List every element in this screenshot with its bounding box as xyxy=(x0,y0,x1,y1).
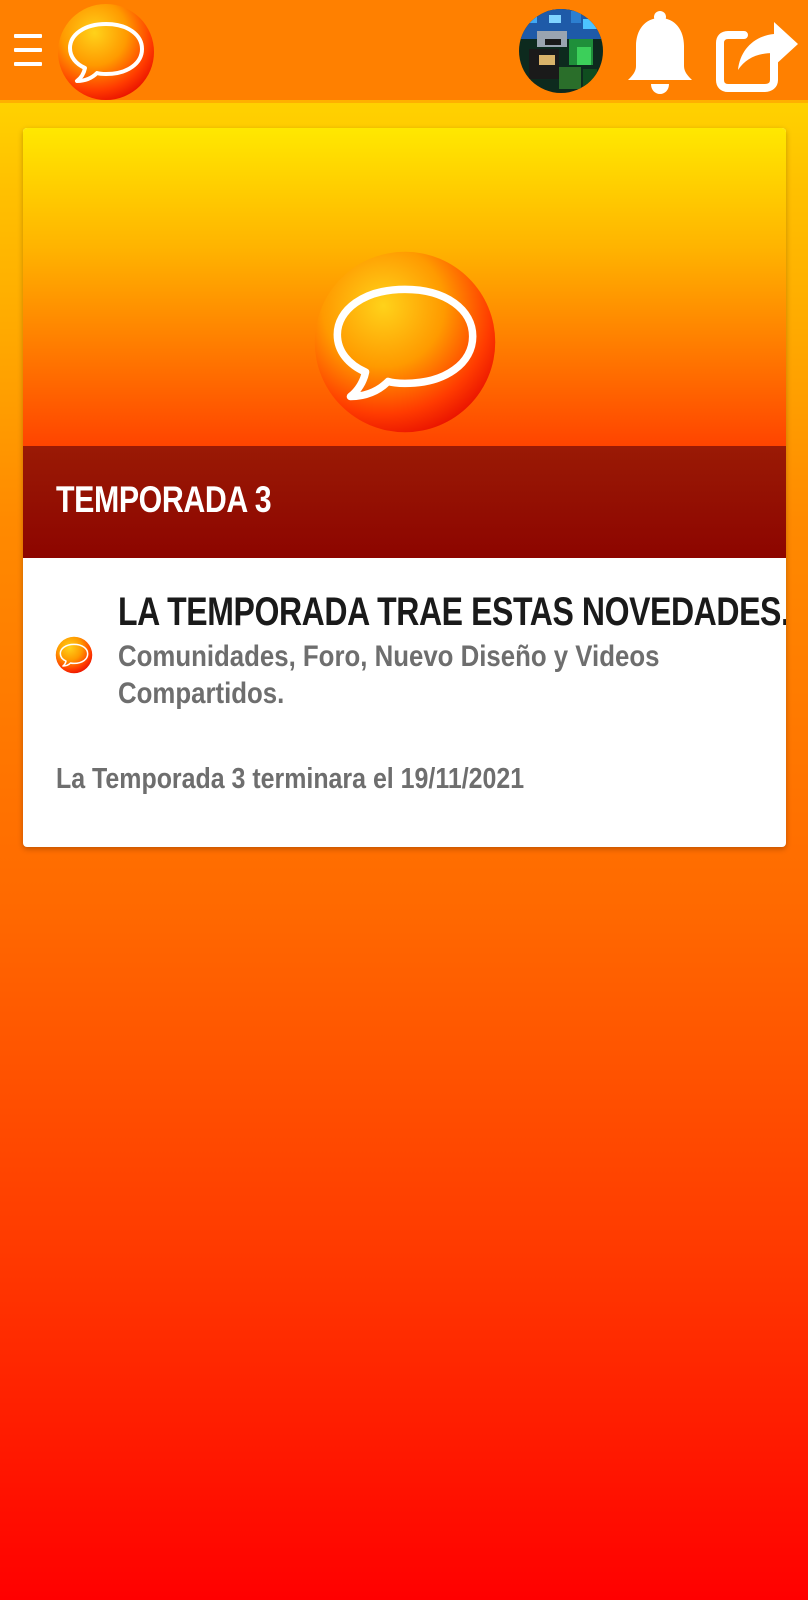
news-body: Comunidades, Foro, Nuevo Diseño y Videos… xyxy=(118,640,660,710)
season-end-text: La Temporada 3 terminara el 19/11/2021 xyxy=(56,763,525,795)
news-item: LA TEMPORADA TRAE ESTAS NOVEDADES. Comun… xyxy=(23,558,786,738)
chat-bubble-logo-icon[interactable] xyxy=(56,2,156,102)
share-icon[interactable] xyxy=(710,6,802,96)
chat-bubble-logo-icon xyxy=(55,636,93,674)
top-app-bar xyxy=(0,0,808,103)
user-avatar[interactable] xyxy=(519,9,603,93)
season-card: TEMPORADA 3 LA TEMPORADA TRAE ESTAS NOVE… xyxy=(23,128,786,847)
hamburger-menu-icon[interactable] xyxy=(14,34,42,68)
bell-icon[interactable] xyxy=(620,6,700,96)
card-title: TEMPORADA 3 xyxy=(56,479,272,520)
card-hero xyxy=(23,128,786,446)
news-heading: LA TEMPORADA TRAE ESTAS NOVEDADES. xyxy=(118,590,786,634)
card-title-bar: TEMPORADA 3 xyxy=(23,446,786,558)
chat-bubble-logo-icon xyxy=(311,248,499,436)
